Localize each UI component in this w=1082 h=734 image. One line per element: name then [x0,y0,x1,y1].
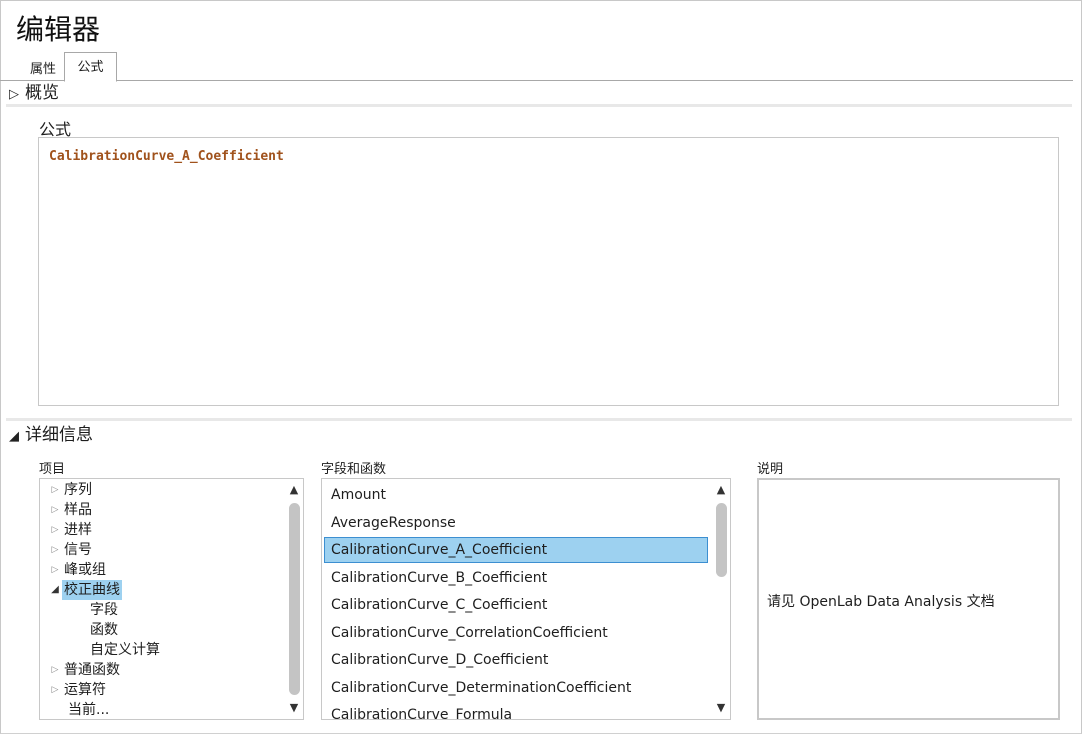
tree-item[interactable]: ▷ 普通函数 [48,660,122,680]
collapse-icon: ◢ [9,429,19,444]
field-item[interactable]: CalibrationCurve_C_Coefficient [324,592,708,618]
description-text: 请见 OpenLab Data Analysis 文档 [767,594,995,610]
field-item[interactable]: CalibrationCurve_B_Coefficient [324,565,708,591]
tree-item-label: 样品 [64,502,92,518]
tree-item[interactable]: ▷ 进样 [48,520,94,540]
scroll-thumb[interactable] [289,503,300,695]
field-item[interactable]: CalibrationCurve_D_Coefficient [324,647,708,673]
expand-icon[interactable]: ▷ [48,500,62,520]
scroll-down-icon[interactable]: ▼ [712,699,730,717]
details-label: 详细信息 [25,425,93,445]
tree-item-label: 普通函数 [64,662,120,678]
tree-item[interactable]: 当前... [66,700,111,719]
description-panel: 请见 OpenLab Data Analysis 文档 [757,478,1060,720]
description-label: 说明 [757,462,784,477]
fields-scrollbar[interactable]: ▲ ▼ [712,479,730,719]
expand-icon[interactable]: ▷ [48,560,62,580]
scroll-thumb[interactable] [716,503,727,577]
overview-label: 概览 [25,83,59,103]
tree-item[interactable]: 函数 [88,620,120,640]
tree-item-label: 当前... [68,702,110,718]
tab-bar: 属性 公式 [0,52,1073,82]
divider [6,418,1072,421]
items-tree[interactable]: ▲ ▼ ▷ 序列 ▷ 样品 ▷ 进样 ▷ 信号 ▷ 峰或组 ◢ 校正曲线 字段 函数 自定义计算 ▷ 普通函数 ▷… [39,478,304,720]
tree-item[interactable]: 自定义计算 [88,640,162,660]
expand-icon[interactable]: ▷ [48,540,62,560]
tree-item[interactable]: 字段 [88,600,120,620]
field-item[interactable]: CalibrationCurve_CorrelationCoefficient [324,620,708,646]
tree-item-label: 自定义计算 [90,642,160,658]
expand-icon: ▷ [9,87,19,102]
field-item[interactable]: AverageResponse [324,510,708,536]
tree-item-label: 函数 [90,622,118,638]
items-label: 项目 [39,462,66,477]
tree-item-label: 字段 [90,602,118,618]
formula-expression[interactable]: CalibrationCurve_A_Coefficient [49,149,284,164]
field-item[interactable]: Amount [324,482,708,508]
details-section-toggle[interactable]: ◢ 详细信息 [9,424,93,448]
divider [6,104,1072,107]
scroll-up-icon[interactable]: ▲ [285,481,303,499]
expand-icon[interactable]: ▷ [48,660,62,680]
tree-item[interactable]: ▷ 峰或组 [48,560,108,580]
tree-item[interactable]: ▷ 样品 [48,500,94,520]
field-item[interactable]: CalibrationCurve_Formula [324,702,708,719]
window-title: 编辑器 [16,13,101,46]
tree-item[interactable]: ▷ 序列 [48,480,94,500]
field-item[interactable]: CalibrationCurve_A_Coefficient [324,537,708,563]
formula-editor[interactable]: CalibrationCurve_A_Coefficient [38,137,1059,406]
collapse-icon[interactable]: ◢ [48,580,62,600]
tree-item-label: 校正曲线 [62,580,122,600]
tree-item[interactable]: ▷ 信号 [48,540,94,560]
overview-section-toggle[interactable]: ▷ 概览 [9,82,59,106]
items-scrollbar[interactable]: ▲ ▼ [285,479,303,719]
field-item[interactable]: CalibrationCurve_DeterminationCoefficien… [324,675,708,701]
tree-item-label: 运算符 [64,682,106,698]
tree-item[interactable]: ◢ 校正曲线 [48,580,122,600]
tab-formula[interactable]: 公式 [64,52,117,82]
scroll-down-icon[interactable]: ▼ [285,699,303,717]
tree-item[interactable]: ▷ 运算符 [48,680,108,700]
expand-icon[interactable]: ▷ [48,480,62,500]
fields-label: 字段和函数 [321,462,387,477]
tree-item-label: 序列 [64,482,92,498]
tree-item-label: 信号 [64,542,92,558]
expand-icon[interactable]: ▷ [48,520,62,540]
scroll-up-icon[interactable]: ▲ [712,481,730,499]
tree-item-label: 峰或组 [64,562,106,578]
tree-item-label: 进样 [64,522,92,538]
fields-list[interactable]: ▲ ▼ Amount AverageResponse CalibrationCurv… [321,478,731,720]
tab-properties[interactable]: 属性 [22,59,64,82]
expand-icon[interactable]: ▷ [48,680,62,700]
